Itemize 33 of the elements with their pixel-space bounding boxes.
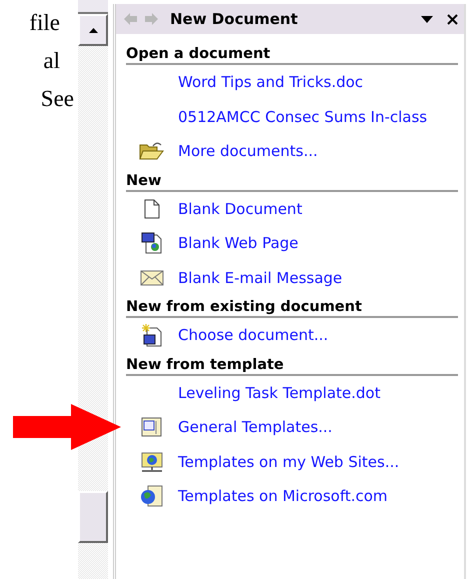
task-link[interactable]: 0512AMCC Consec Sums In-class [178, 108, 428, 126]
task-link[interactable]: General Templates... [178, 418, 332, 436]
section-heading: Open a document [126, 42, 458, 65]
template-icon [141, 416, 163, 438]
close-icon[interactable] [447, 14, 458, 24]
task-link[interactable]: Blank Document [178, 200, 302, 218]
document-text: file [29, 9, 61, 37]
task-link[interactable]: Blank E-mail Message [178, 268, 342, 287]
task-link[interactable]: Leveling Task Template.dot [178, 384, 380, 402]
task-link[interactable]: Choose document... [178, 326, 328, 344]
section-heading: New from template [126, 352, 458, 376]
section-heading: New from existing document [126, 295, 458, 318]
web-page-icon [141, 232, 163, 254]
folder-icon [139, 141, 165, 162]
section-heading: New [126, 168, 458, 192]
task-link[interactable]: Templates on Microsoft.com [178, 487, 388, 506]
scroll-thumb[interactable] [78, 0, 108, 14]
page-icon [144, 198, 160, 219]
envelope-icon [140, 270, 164, 286]
dropdown-arrow-icon[interactable] [421, 16, 433, 22]
task-link[interactable]: Word Tips and Tricks.doc [178, 73, 364, 92]
pane-title: New Document [170, 10, 299, 28]
task-link[interactable]: Blank Web Page [178, 234, 298, 252]
scroll-up-button[interactable] [78, 14, 108, 46]
globe-page-icon [140, 485, 164, 508]
document-sparkle-icon [141, 323, 163, 348]
task-link[interactable]: More documents... [178, 142, 318, 160]
document-text: See [40, 85, 75, 113]
task-link[interactable]: Templates on my Web Sites... [178, 452, 400, 471]
document-text: al [43, 47, 61, 75]
web-folder-icon [140, 450, 164, 473]
up-arrow-icon [88, 28, 98, 32]
scrollbar[interactable] [78, 0, 108, 579]
